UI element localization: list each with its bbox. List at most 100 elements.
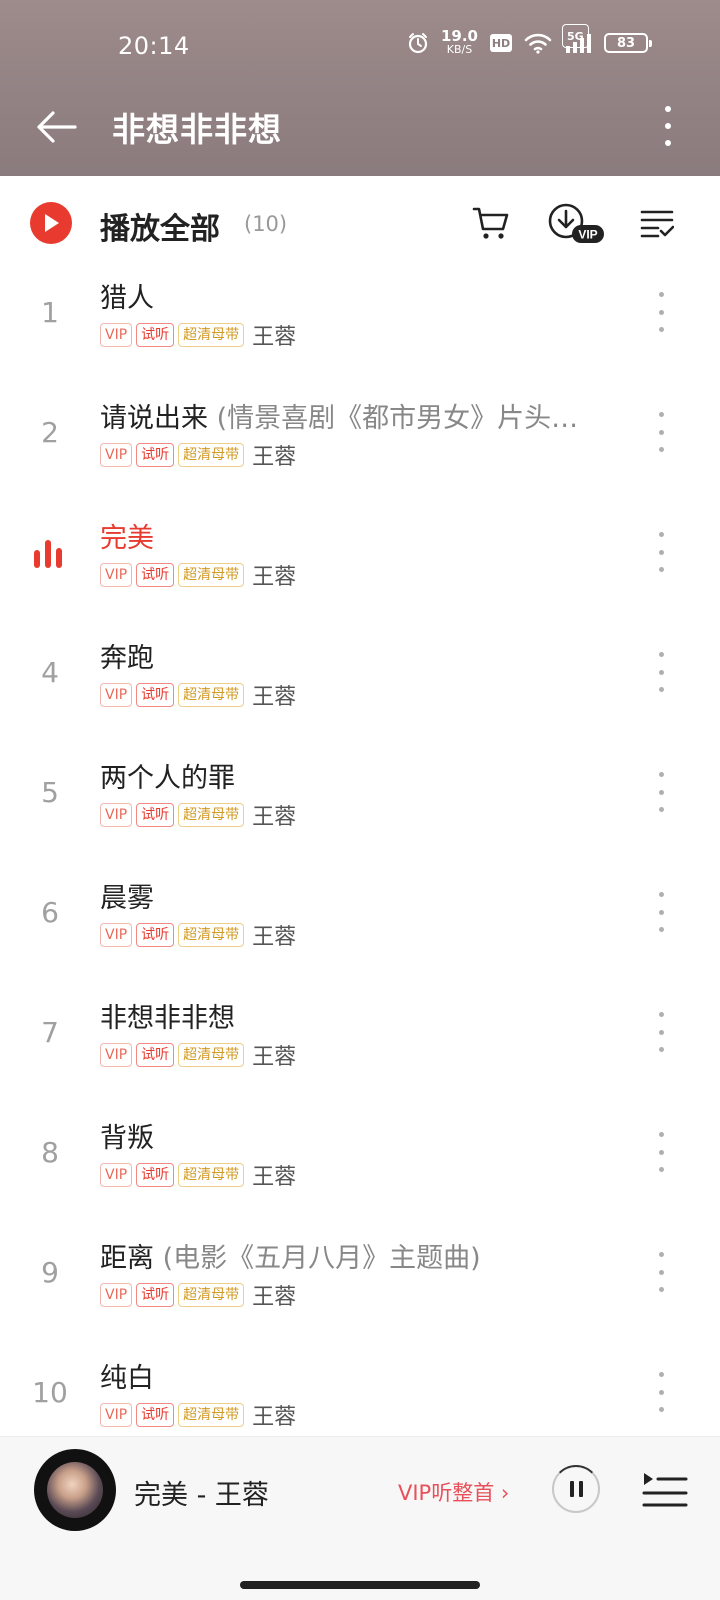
song-more-button[interactable] (654, 1132, 668, 1172)
more-vertical-icon (658, 652, 664, 657)
song-row[interactable]: 8 背叛 VIP 试听 超清母带 王蓉 (0, 1102, 720, 1222)
vip-full-song-link[interactable]: VIP听整首 › (398, 1477, 509, 1507)
trial-tag: 试听 (136, 443, 175, 467)
song-more-button[interactable] (654, 1012, 668, 1052)
song-meta: VIP 试听 超清母带 王蓉 (100, 1399, 296, 1431)
more-vertical-icon (658, 292, 664, 297)
wifi-icon (524, 32, 552, 54)
net-speed: 19.0 KB/S (440, 27, 478, 57)
song-row[interactable]: 6 晨雾 VIP 试听 超清母带 王蓉 (0, 862, 720, 982)
cart-icon (472, 207, 509, 239)
song-name: 猎人 (100, 283, 154, 314)
song-meta: VIP 试听 超清母带 王蓉 (100, 1039, 296, 1071)
artist-name: 王蓉 (252, 445, 297, 470)
song-index: 5 (41, 776, 59, 809)
song-row[interactable]: 9 距离 (电影《五月八月》主题曲) VIP 试听 超清母带 王蓉 (0, 1222, 720, 1342)
vip-tag: VIP (100, 1403, 133, 1427)
net-speed-value: 19.0 (440, 27, 478, 45)
song-name: 背叛 (100, 1123, 154, 1154)
signal-5g-label: 5G (562, 24, 589, 48)
song-index: 2 (41, 416, 59, 449)
song-title: 猎人 (100, 276, 628, 315)
song-meta: VIP 试听 超清母带 王蓉 (100, 439, 296, 471)
song-more-button[interactable] (654, 532, 668, 572)
status-icons: 19.0 KB/S HD 5G 83 (407, 24, 652, 57)
battery-level: 83 (616, 35, 636, 51)
page-title: 非想非非想 (112, 110, 282, 149)
more-vertical-icon (658, 1012, 664, 1017)
nav-bar: 非想非非想 (0, 95, 720, 175)
more-vertical-icon (658, 412, 664, 417)
playlist-button[interactable] (642, 1467, 688, 1511)
vip-tag: VIP (100, 1163, 133, 1187)
song-row[interactable]: 4 奔跑 VIP 试听 超清母带 王蓉 (0, 622, 720, 742)
trial-tag: 试听 (136, 563, 175, 587)
master-quality-tag: 超清母带 (178, 683, 245, 707)
song-list: 1 猎人 VIP 试听 超清母带 王蓉 2 请说出来 (情景喜剧《都市男女》片头… (0, 262, 720, 1462)
multi-select-button[interactable] (632, 200, 682, 246)
song-more-button[interactable] (654, 412, 668, 452)
home-indicator[interactable] (240, 1581, 480, 1589)
master-quality-tag: 超清母带 (178, 563, 245, 587)
song-title: 非想非非想 (100, 996, 628, 1035)
master-quality-tag: 超清母带 (178, 1163, 245, 1187)
song-row[interactable]: 完美 VIP 试听 超清母带 王蓉 (0, 502, 720, 622)
song-row[interactable]: 1 猎人 VIP 试听 超清母带 王蓉 (0, 262, 720, 382)
artist-name: 王蓉 (252, 1285, 297, 1310)
play-all-button[interactable] (30, 202, 72, 244)
song-row[interactable]: 5 两个人的罪 VIP 试听 超清母带 王蓉 (0, 742, 720, 862)
more-vertical-icon (658, 1132, 664, 1137)
song-meta: VIP 试听 超清母带 王蓉 (100, 1279, 296, 1311)
download-icon: VIP (548, 203, 604, 243)
song-name: 请说出来 (100, 403, 208, 434)
status-time: 20:14 (118, 32, 190, 60)
trial-tag: 试听 (136, 683, 175, 707)
playlist-icon (642, 1473, 688, 1507)
song-meta: VIP 试听 超清母带 王蓉 (100, 319, 296, 351)
song-title: 背叛 (100, 1116, 628, 1155)
mini-player: 完美 - 王蓉 VIP听整首 › (0, 1436, 720, 1600)
artist-name: 王蓉 (252, 1405, 297, 1430)
trial-tag: 试听 (136, 1283, 175, 1307)
now-playing-title[interactable]: 完美 - 王蓉 (134, 1473, 269, 1512)
song-index: 7 (41, 1016, 59, 1049)
song-more-button[interactable] (654, 652, 668, 692)
artist-name: 王蓉 (252, 685, 297, 710)
song-more-button[interactable] (654, 772, 668, 812)
net-speed-unit: KB/S (446, 43, 473, 56)
play-all-label[interactable]: 播放全部 (100, 204, 220, 248)
song-name: 距离 (100, 1243, 154, 1274)
album-art[interactable] (34, 1449, 116, 1531)
download-vip-button[interactable]: VIP (546, 200, 608, 246)
song-title: 距离 (电影《五月八月》主题曲) (100, 1236, 628, 1275)
alarm-icon (407, 32, 429, 54)
hd-badge: HD (490, 34, 512, 52)
master-quality-tag: 超清母带 (178, 1403, 245, 1427)
trial-tag: 试听 (136, 1163, 175, 1187)
song-more-button[interactable] (654, 292, 668, 332)
song-name: 晨雾 (100, 883, 154, 914)
cart-button[interactable] (466, 200, 516, 246)
song-name: 两个人的罪 (100, 763, 235, 794)
song-more-button[interactable] (654, 1372, 668, 1412)
back-button[interactable] (32, 103, 80, 151)
more-vertical-icon (658, 772, 664, 777)
song-more-button[interactable] (654, 1252, 668, 1292)
song-row[interactable]: 2 请说出来 (情景喜剧《都市男女》片头… VIP 试听 超清母带 王蓉 (0, 382, 720, 502)
vip-tag: VIP (100, 1283, 133, 1307)
song-row[interactable]: 7 非想非非想 VIP 试听 超清母带 王蓉 (0, 982, 720, 1102)
more-options-button[interactable] (656, 101, 680, 151)
song-index: 1 (41, 296, 59, 329)
vip-tag: VIP (100, 563, 133, 587)
artist-name: 王蓉 (252, 325, 297, 350)
battery-indicator: 83 (604, 33, 652, 53)
pause-button[interactable] (552, 1465, 600, 1513)
song-index: 9 (41, 1256, 59, 1289)
song-subtitle: (电影《五月八月》主题曲) (154, 1243, 481, 1274)
song-more-button[interactable] (654, 892, 668, 932)
list-check-icon (640, 210, 674, 238)
play-icon (45, 214, 59, 232)
more-vertical-icon (658, 532, 664, 537)
more-vertical-icon (658, 1252, 664, 1257)
vip-tag: VIP (100, 923, 133, 947)
